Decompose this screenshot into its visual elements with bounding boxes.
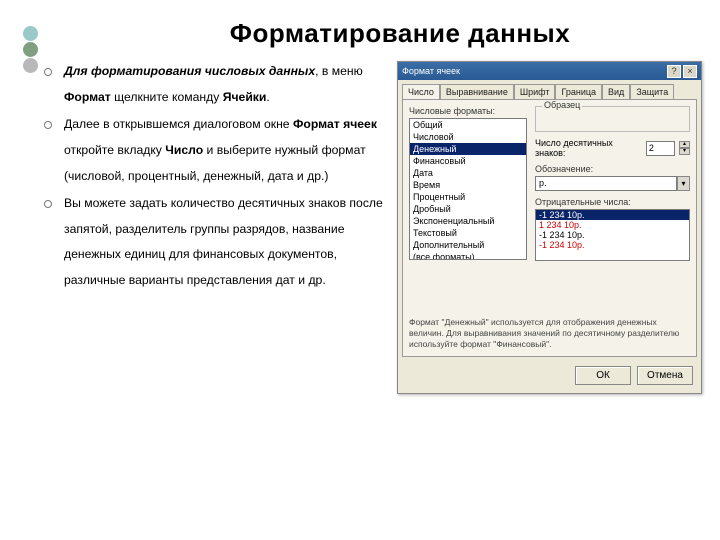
list-item-selected[interactable]: -1 234 10р. [536,210,689,220]
list-item[interactable]: Общий [410,119,526,131]
list-item-selected[interactable]: Денежный [410,143,526,155]
negative-listbox[interactable]: -1 234 10р. 1 234 10р. -1 234 10р. -1 23… [535,209,690,261]
slide-body: Для форматирования числовых данных, в ме… [0,59,720,394]
denomination-label: Обозначение: [535,164,690,174]
close-button[interactable]: × [683,65,697,78]
chevron-up-icon[interactable]: ▴ [679,141,690,148]
tab-alignment[interactable]: Выравнивание [440,84,514,99]
chevron-down-icon[interactable]: ▾ [677,176,690,191]
list-item[interactable]: Финансовый [410,155,526,167]
list-item[interactable]: Время [410,179,526,191]
tabs: Число Выравнивание Шрифт Граница Вид Защ… [398,80,701,99]
tab-protection[interactable]: Защита [630,84,674,99]
format-hint: Формат "Денежный" используется для отобр… [409,317,690,350]
list-item[interactable]: Дополнительный [410,239,526,251]
sample-group: Образец [535,106,690,132]
list-item[interactable]: Числовой [410,131,526,143]
list-item[interactable]: 1 234 10р. [536,220,689,230]
dialog-buttons: ОК Отмена [398,361,701,393]
list-item[interactable]: Текстовый [410,227,526,239]
negative-label: Отрицательные числа: [535,197,690,207]
tab-number[interactable]: Число [402,84,440,99]
dialog-screenshot: Формат ячеек ? × Число Выравнивание Шриф… [397,59,702,394]
list-item[interactable]: (все форматы) [410,251,526,260]
list-item[interactable]: -1 234 10р. [536,230,689,240]
format-cells-dialog: Формат ячеек ? × Число Выравнивание Шриф… [397,61,702,394]
spin-buttons[interactable]: ▴▾ [679,141,690,155]
bullet-3: Вы можете задать количество десятичных з… [50,191,383,294]
dialog-titlebar[interactable]: Формат ячеек ? × [398,62,701,80]
list-item[interactable]: Дата [410,167,526,179]
tab-fill[interactable]: Вид [602,84,630,99]
decimals-label: Число десятичных знаков: [535,138,642,158]
formats-pane: Числовые форматы: Общий Числовой Денежны… [409,106,527,260]
help-button[interactable]: ? [667,65,681,78]
tab-border[interactable]: Граница [555,84,602,99]
dialog-title: Формат ячеек [402,66,665,76]
decimals-row: Число десятичных знаков: 2 ▴▾ [535,138,690,158]
list-item[interactable]: -1 234 10р. [536,240,689,250]
denomination-value[interactable]: р. [535,176,677,191]
chevron-down-icon[interactable]: ▾ [679,148,690,155]
formats-listbox[interactable]: Общий Числовой Денежный Финансовый Дата … [409,118,527,260]
list-item[interactable]: Процентный [410,191,526,203]
options-pane: Образец Число десятичных знаков: 2 ▴▾ Об… [535,106,690,261]
decimals-input[interactable]: 2 [646,141,675,156]
denomination-combo[interactable]: р. ▾ [535,176,690,191]
cancel-button[interactable]: Отмена [637,366,693,385]
list-item[interactable]: Дробный [410,203,526,215]
bullet-list: Для форматирования числовых данных, в ме… [50,59,383,394]
slide-title: Форматирование данных [80,18,720,49]
slide: Форматирование данных Для форматирования… [0,0,720,540]
sample-label: Образец [542,100,582,110]
list-item[interactable]: Экспоненциальный [410,215,526,227]
bullet-2: Далее в открывшемся диалоговом окне Форм… [50,112,383,189]
formats-label: Числовые форматы: [409,106,527,116]
tab-panel: Числовые форматы: Общий Числовой Денежны… [402,99,697,357]
decorative-dots [23,26,38,73]
tab-font[interactable]: Шрифт [514,84,556,99]
bullet-1: Для форматирования числовых данных, в ме… [50,59,383,110]
ok-button[interactable]: ОК [575,366,631,385]
